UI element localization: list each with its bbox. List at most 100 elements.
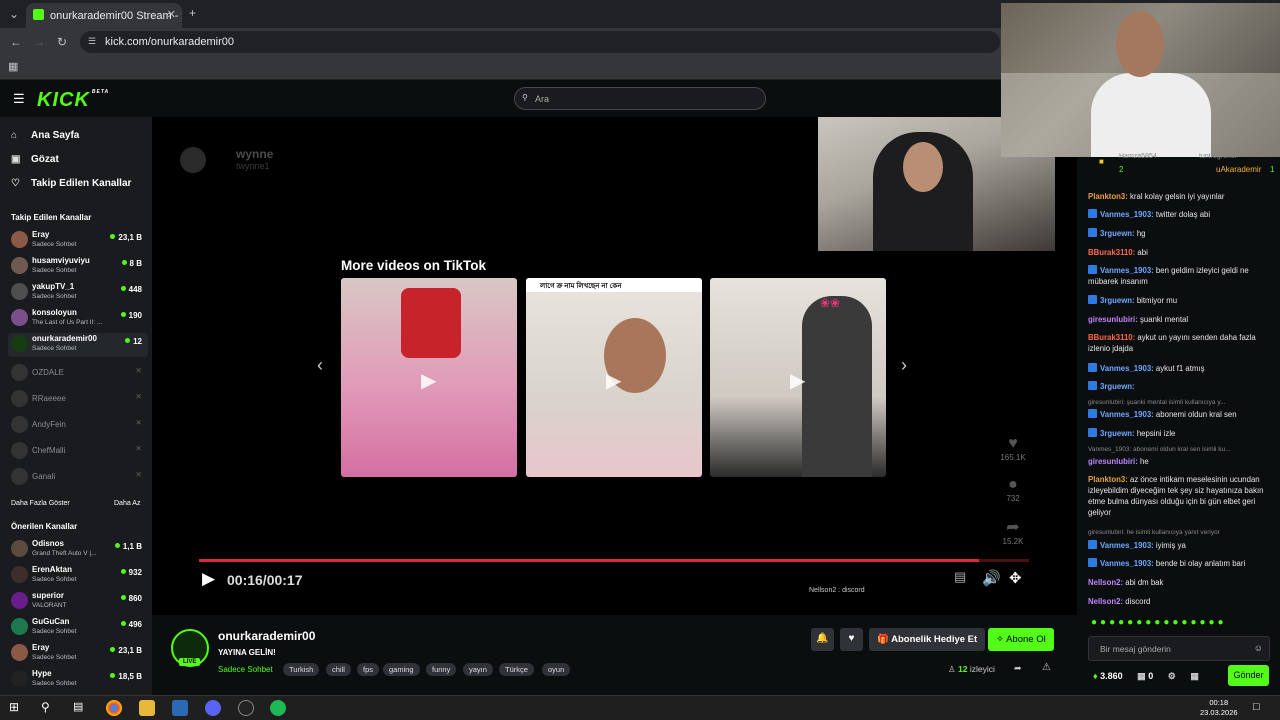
tiktok-likes[interactable]: ♥ 165.1K (995, 435, 1031, 462)
followed-channel-konsoloyun[interactable]: konsoloyun The Last of Us Part II: ... 190 (8, 307, 148, 331)
recommended-channel-hype[interactable]: Hype Sadece Sohbet 18,5 B (8, 668, 148, 692)
spotify-icon[interactable] (270, 700, 286, 716)
tiktok-comments[interactable]: ● 732 (995, 476, 1031, 503)
menu-icon[interactable]: ☰ (13, 91, 25, 107)
followed-channel-ganali[interactable]: Ganali ⨯ (8, 466, 148, 490)
chat-username[interactable]: giresunlubiri: (1088, 457, 1138, 466)
nav-following[interactable]: ♡ Takip Edilen Kanallar (11, 178, 131, 189)
followed-channel-eray[interactable]: Eray Sadece Sohbet 23,1 B (8, 229, 148, 253)
nav-browse[interactable]: ▣ Gözat (11, 154, 59, 165)
carousel-next-icon[interactable]: › (901, 355, 907, 376)
captions-icon[interactable]: ▤ (954, 569, 966, 585)
followed-channel-chefmalli[interactable]: ChefMalli ⨯ (8, 440, 148, 464)
chat-username[interactable]: giresunlubiri: (1088, 315, 1138, 324)
new-tab-icon[interactable]: + (189, 6, 196, 20)
chat-username[interactable]: 3rguewn: (1100, 229, 1135, 238)
discord-icon[interactable] (205, 700, 221, 716)
recommended-channel-gugucan[interactable]: GuGuCan Sadece Sohbet 496 (8, 616, 148, 640)
search-icon[interactable]: ⚲ (41, 700, 57, 716)
subscribe-button[interactable]: ✧ Abone Ol (988, 628, 1054, 651)
kick-logo[interactable]: KICK BETA (37, 89, 109, 112)
notification-icon[interactable]: □ (1253, 701, 1260, 713)
gift-subscription-button[interactable]: 🎁 Abonelik Hediye Et (869, 628, 986, 651)
chat-username[interactable]: 3rguewn: (1100, 429, 1135, 438)
tag-funny[interactable]: funny (426, 663, 457, 676)
stream-category[interactable]: Sadece Sohbet (218, 665, 273, 674)
channel-name[interactable]: onurkarademir00 (218, 629, 315, 643)
play-button[interactable]: ▶ (202, 569, 215, 589)
chat-username[interactable]: Vanmes_1903: (1100, 559, 1154, 568)
tag-turkish[interactable]: Turkish (283, 663, 320, 676)
tiktok-thumbnail-1[interactable]: ▶ (341, 278, 517, 477)
chat-settings-icon[interactable]: ⚙ (1168, 671, 1176, 681)
followed-channel-onurkarademir00[interactable]: onurkarademir00 Sadece Sohbet 12 (8, 333, 148, 357)
recommended-channel-superior[interactable]: superior VALORANT 860 (8, 590, 148, 614)
emote-bar[interactable]: ●●●●●●●●●●●●●●● (1091, 617, 1271, 631)
chat-username[interactable]: 3rguewn: (1100, 382, 1135, 391)
search-input[interactable]: ⚲ Ara (514, 87, 766, 110)
carousel-prev-icon[interactable]: ‹ (317, 355, 323, 376)
browser-tab[interactable]: onurkarademir00 Stream - ℹ ✕ (26, 3, 182, 28)
chat-username[interactable]: Vanmes_1903: (1100, 410, 1154, 419)
recommended-channel-erenaktan[interactable]: ErenAktan Sadece Sohbet 932 (8, 564, 148, 588)
nav-home[interactable]: ⌂ Ana Sayfa (11, 130, 79, 141)
app-icon[interactable] (172, 700, 188, 716)
followed-channel-yakuptv[interactable]: yakupTV_1 Sadece Sohbet 448 (8, 281, 148, 305)
chat-username[interactable]: Vanmes_1903: (1100, 266, 1154, 275)
obs-icon[interactable] (238, 700, 254, 716)
chat-username[interactable]: BBurak3110: (1088, 333, 1135, 342)
emoji-icon[interactable]: ☺ (1254, 643, 1263, 653)
tiktok-thumbnail-3[interactable]: ❀❀ ▶ (710, 278, 886, 477)
chat-username[interactable]: Nellson2: (1088, 597, 1123, 606)
tiktok-shares[interactable]: ➦ 15.2K (995, 517, 1031, 546)
site-info-icon[interactable]: ☰ (88, 36, 96, 47)
url-field[interactable]: ☰ kick.com/onurkarademir00 (80, 31, 1000, 53)
chat-username[interactable]: Plankton3: (1088, 475, 1128, 484)
video-player[interactable]: wynne twynne1 More videos on TikTok ‹ ▶ … (152, 117, 1077, 615)
tag-oyun[interactable]: oyun (542, 663, 571, 676)
tag-turkce[interactable]: Türkçe (499, 663, 534, 676)
chat-username[interactable]: Nellson2: (1088, 578, 1123, 587)
chat-message-input[interactable]: Bir mesaj gönderin ☺ (1088, 636, 1270, 661)
notification-button[interactable]: 🔔 (811, 628, 834, 651)
followed-channel-rraeeee[interactable]: RRaeeee ⨯ (8, 388, 148, 412)
chat-username[interactable]: Plankton3: (1088, 192, 1128, 201)
reload-icon[interactable]: ↻ (57, 35, 67, 49)
apps-grid-icon[interactable]: ▦ (8, 60, 18, 73)
video-progress-bar[interactable] (199, 559, 1029, 562)
send-button[interactable]: Gönder (1228, 665, 1269, 686)
show-more-link[interactable]: Daha Fazla Göster (11, 500, 70, 507)
chat-username[interactable]: Vanmes_1903: (1100, 210, 1154, 219)
chat-points[interactable]: ♦ 3.860 ▦ 0 ⚙ ▦ (1093, 671, 1199, 682)
chat-username[interactable]: 3rguewn: (1100, 296, 1135, 305)
forward-icon[interactable]: → (33, 35, 45, 49)
followed-channel-ozdale[interactable]: OZDALE ⨯ (8, 362, 148, 386)
recommended-channel-eray[interactable]: Eray Sadece Sohbet 23,1 B (8, 642, 148, 666)
tab-list-icon[interactable]: ⌄ (9, 7, 19, 21)
chat-username[interactable]: Vanmes_1903: (1100, 364, 1154, 373)
chat-username[interactable]: BBurak3110: (1088, 248, 1135, 257)
tag-gaming[interactable]: gaming (383, 663, 420, 676)
file-explorer-icon[interactable] (139, 700, 155, 716)
back-icon[interactable]: ← (10, 35, 22, 49)
chat-image-icon[interactable]: ▦ (1190, 671, 1199, 681)
followed-channel-husamviyuviyu[interactable]: husamviyuviyu Sadece Sohbet 8 B (8, 255, 148, 279)
tab-close-icon[interactable]: ✕ (167, 8, 176, 21)
chat-username[interactable]: Vanmes_1903: (1100, 541, 1154, 550)
tag-fps[interactable]: fps (357, 663, 380, 676)
followed-channel-andyfein[interactable]: AndyFein ⨯ (8, 414, 148, 438)
share-icon[interactable]: ➦ (1014, 663, 1022, 674)
follow-button[interactable]: ♥ (840, 628, 863, 651)
tag-yayin[interactable]: yayın (463, 663, 493, 676)
tiktok-thumbnail-2[interactable]: লাগে ক্র নাম লিখছেন না কেন ▶ (526, 278, 702, 477)
tag-chill[interactable]: chill (326, 663, 351, 676)
show-less-link[interactable]: Daha Az (114, 500, 140, 507)
taskbar-clock[interactable]: 00:18 23.03.2026 (1200, 698, 1238, 718)
recommended-channel-odisnos[interactable]: Odisnos Grand Theft Auto V |... 1,1 B (8, 538, 148, 562)
windows-start-icon[interactable]: ⊞ (9, 700, 25, 716)
chrome-icon[interactable] (106, 700, 122, 716)
volume-icon[interactable]: 🔊 (982, 569, 1001, 587)
report-icon[interactable]: ⚠ (1042, 662, 1051, 673)
task-view-icon[interactable]: ▤ (73, 700, 89, 716)
exit-fullscreen-icon[interactable]: ✥ (1009, 569, 1022, 587)
